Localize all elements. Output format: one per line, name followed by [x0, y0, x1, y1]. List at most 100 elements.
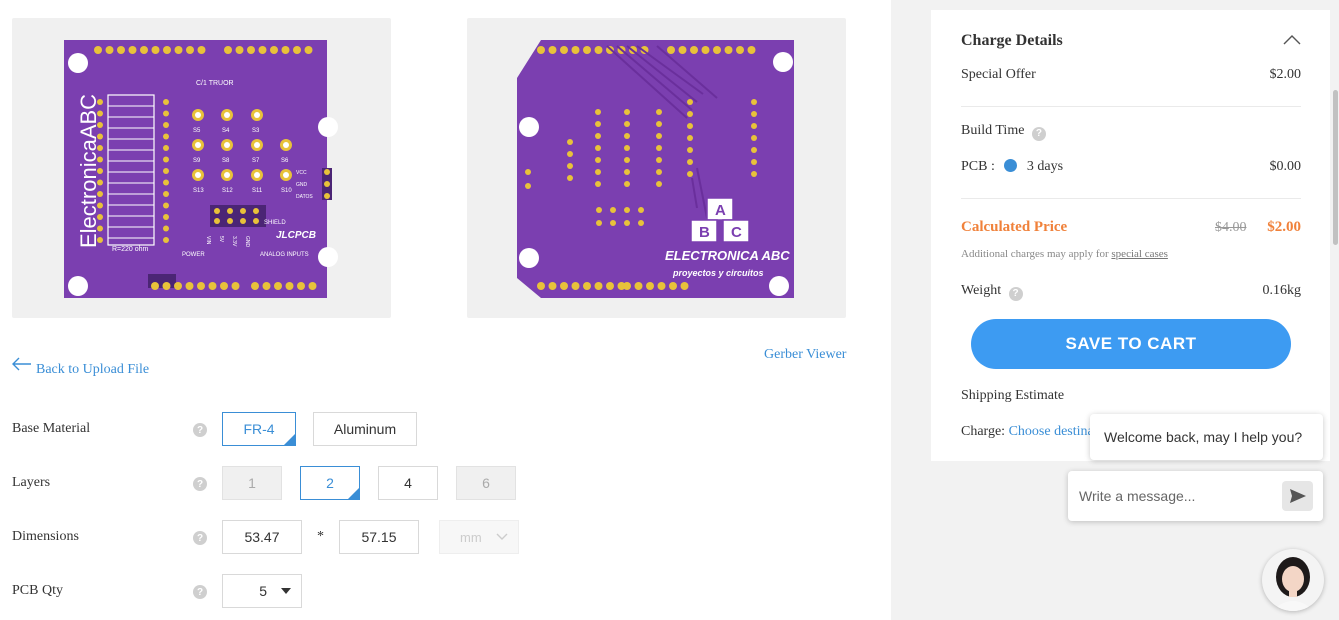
pcb-pad — [567, 151, 573, 157]
pcb-pad — [656, 133, 662, 139]
pcb-pad — [297, 282, 305, 290]
charge-details-card: Charge Details Special Offer $2.00 Build… — [931, 10, 1330, 461]
pcb-pad — [687, 147, 693, 153]
side-pin-label: DATOS — [296, 194, 313, 200]
chat-welcome-bubble[interactable]: Welcome back, may I help you? — [1090, 414, 1323, 460]
gerber-viewer-link[interactable]: Gerber Viewer — [764, 347, 846, 363]
pcb-pad — [687, 99, 693, 105]
choose-destination-link[interactable]: Choose destina — [1009, 424, 1094, 439]
pcb-pad — [227, 218, 233, 224]
pcb-pad — [163, 225, 169, 232]
pcb-pad — [163, 145, 169, 151]
original-price: $4.00 — [1215, 220, 1247, 235]
layers-option-6[interactable]: 6 — [456, 466, 516, 500]
switch-label: S12 — [222, 188, 233, 194]
pcb-pad — [583, 282, 591, 290]
divider — [961, 198, 1301, 199]
base-material-fr4[interactable]: FR-4 — [222, 412, 296, 446]
save-to-cart-button[interactable]: SAVE TO CART — [971, 319, 1291, 369]
pcb-pad — [548, 282, 557, 290]
pcb-pad — [163, 202, 169, 209]
pcb-pad — [220, 282, 228, 290]
pcb-pad — [163, 46, 171, 54]
special-cases-link[interactable]: special cases — [1111, 248, 1168, 260]
pcb-pad — [105, 46, 114, 54]
pcb-pad — [747, 46, 756, 54]
pcb-pad — [235, 46, 244, 54]
send-button[interactable] — [1282, 481, 1313, 511]
layers-option-4[interactable]: 4 — [378, 466, 438, 500]
switch-hole — [254, 112, 260, 118]
pcb-pad — [623, 282, 631, 290]
switch-label: S11 — [252, 188, 263, 194]
pcb-pad — [751, 123, 757, 129]
pcb-top-preview[interactable]: S5 S4 S3 S9 S8 S7 S6 S13 S12 S11 S10 ElectronicaAB… — [12, 18, 391, 318]
agent-photo — [1272, 557, 1314, 611]
board-vertical-label: ElectronicaABC — [76, 94, 101, 248]
pcb-pad — [713, 46, 721, 54]
pcb-pad — [163, 99, 169, 105]
help-icon[interactable]: ? — [193, 531, 207, 545]
switch-label: S9 — [193, 158, 201, 164]
pcb-pad — [690, 46, 698, 54]
pcb-pad — [567, 163, 573, 169]
abc-block-letter: A — [715, 202, 726, 219]
pcb-pad — [214, 218, 220, 224]
pcb-pad — [656, 181, 662, 187]
pcb-pad — [751, 111, 757, 117]
base-material-aluminum[interactable]: Aluminum — [313, 412, 417, 446]
chevron-up-icon[interactable] — [1283, 34, 1301, 46]
pcb-pad — [117, 46, 125, 54]
pcb-pad — [624, 169, 630, 175]
dimension-width-input[interactable] — [222, 520, 302, 554]
chat-message-input[interactable] — [1068, 471, 1278, 521]
silkscreen-top-label: C/1 TRUOR — [196, 80, 234, 87]
radio-selected-icon[interactable] — [1004, 159, 1018, 172]
pcb-pad — [595, 145, 601, 151]
pcb-pad — [560, 282, 568, 290]
scrollbar-thumb[interactable] — [1333, 90, 1338, 245]
pcb-pad — [646, 282, 654, 290]
dimension-separator: * — [317, 529, 324, 544]
back-to-upload-link[interactable]: Back to Upload File — [12, 350, 149, 378]
side-pin-label: GND — [296, 182, 308, 188]
help-icon[interactable]: ? — [193, 477, 207, 491]
special-offer-label: Special Offer — [961, 67, 1036, 82]
pcb-pad — [638, 220, 644, 226]
power-pin-label: 5V — [218, 236, 224, 243]
pcb-pad — [610, 207, 616, 213]
pcb-bottom-preview[interactable]: AB C ELECTRONICA ABC proyectos y circuito… — [467, 18, 846, 318]
dimension-unit-select[interactable]: mm — [439, 520, 519, 554]
weight-value: 0.16kg — [1262, 283, 1302, 298]
layers-option-1[interactable]: 1 — [222, 466, 282, 500]
help-icon[interactable]: ? — [193, 423, 207, 437]
pcb-qty-select[interactable]: 5 — [222, 574, 302, 608]
pcb-pad — [94, 46, 102, 54]
switch-hole — [283, 142, 289, 148]
help-icon[interactable]: ? — [1008, 286, 1023, 301]
resistor-label: R=220 ohm — [112, 246, 149, 253]
pcb-pad — [253, 218, 259, 224]
pcb-pad — [610, 220, 616, 226]
pcb-pad — [214, 208, 220, 214]
layers-option-2[interactable]: 2 — [300, 466, 360, 500]
help-icon[interactable]: ? — [193, 585, 207, 599]
dimension-height-input[interactable] — [339, 520, 419, 554]
pcb-pad — [174, 282, 182, 290]
help-icon[interactable]: ? — [1031, 126, 1046, 141]
support-agent-avatar[interactable] — [1262, 549, 1324, 611]
brand-label: ELECTRONICA ABC — [665, 248, 790, 263]
pcb-pad — [571, 282, 580, 290]
pcb-pad — [687, 123, 693, 129]
pcb-pad — [285, 282, 294, 290]
switch-hole — [254, 172, 260, 178]
pcb-pad — [656, 157, 662, 163]
note-text: Additional charges may apply for — [961, 248, 1109, 260]
pcb-pad — [656, 121, 662, 127]
pcb-pad — [548, 46, 557, 54]
pcb-build-row: PCB : 3 days — [961, 159, 1063, 175]
pcb-pad — [163, 122, 169, 128]
pcb-pad — [596, 220, 602, 226]
pcb-pad — [567, 175, 573, 181]
pcb-pad — [594, 282, 603, 290]
